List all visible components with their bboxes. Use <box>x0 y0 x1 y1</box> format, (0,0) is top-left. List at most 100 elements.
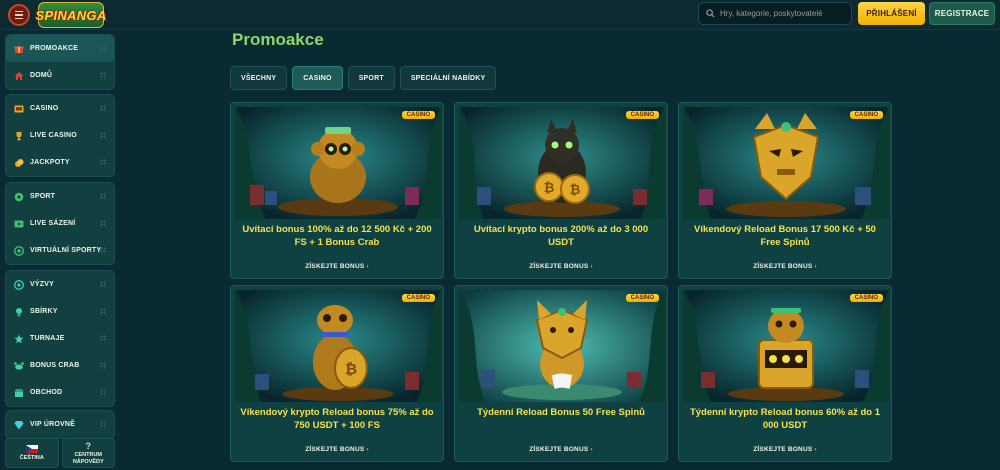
sidebar-item-domu[interactable]: DOMŮ <box>6 62 114 89</box>
sidebar-item-vyzvy[interactable]: VÝZVY <box>6 271 114 298</box>
tab-specialni-nabidky[interactable]: SPECIÁLNÍ NABÍDKY <box>399 66 497 90</box>
casino-badge: CASINO <box>625 294 659 302</box>
language-selector[interactable]: ČEŠTINA <box>5 438 59 468</box>
drag-handle-icon <box>100 308 106 315</box>
tab-casino[interactable]: CASINO <box>292 66 343 90</box>
sidebar-item-promoakce[interactable]: PROMOAKCE <box>6 35 114 62</box>
sidebar-item-virtualni-sporty[interactable]: VIRTUÁLNÍ SPORTY <box>6 237 114 264</box>
drag-handle-icon <box>100 389 106 396</box>
menu-icon <box>15 10 23 21</box>
sidebar-item-label: PROMOAKCE <box>30 45 79 52</box>
trophy-icon <box>16 131 22 140</box>
promo-card[interactable]: CASINO Týdenní Reload Bonus 50 Free Spin… <box>454 285 668 462</box>
drag-handle-icon <box>100 159 106 166</box>
drag-handle-icon <box>100 220 106 227</box>
tab-vsechny[interactable]: VŠECHNY <box>230 66 288 90</box>
drag-handle-icon <box>100 335 106 342</box>
sidebar-item-bonus-crab[interactable]: BONUS CRAB <box>6 352 114 379</box>
drag-handle-icon <box>100 247 106 254</box>
get-bonus-label: ZÍSKEJTE BONUS <box>305 263 365 270</box>
search-box[interactable] <box>698 2 852 25</box>
drag-handle-icon <box>100 105 106 112</box>
chevron-right-icon: › <box>814 446 817 453</box>
crab-icon <box>14 361 24 370</box>
drag-handle-icon <box>100 72 106 79</box>
get-bonus-label: ZÍSKEJTE BONUS <box>753 263 813 270</box>
help-center-button[interactable]: ? CENTRUM NÁPOVĚDY <box>61 438 115 468</box>
promo-title: Uvítací krypto bonus 200% až do 3 000 US… <box>473 224 649 249</box>
sidebar-group-vip: VIP ÚROVNĚ <box>5 410 115 439</box>
casino-badge: CASINO <box>625 111 659 119</box>
svg-text:₿: ₿ <box>544 181 555 196</box>
spinanga-logo[interactable]: SPINANGA <box>35 2 106 28</box>
promo-title: Uvítací bonus 100% až do 12 500 Kč + 200… <box>242 224 432 249</box>
login-button[interactable]: PŘIHLÁŠENÍ <box>858 2 925 25</box>
tournament-icon <box>14 334 24 343</box>
register-button[interactable]: REGISTRACE <box>929 2 995 25</box>
sidebar-item-label: VIRTUÁLNÍ SPORTY <box>30 247 102 254</box>
sidebar-item-obchod[interactable]: OBCHOD <box>6 379 114 406</box>
get-bonus-link[interactable]: ZÍSKEJTE BONUS › <box>231 446 443 453</box>
promo-card[interactable]: CASINO Víkendový Reload Bonus 17 500 Kč … <box>678 102 892 279</box>
language-label: ČEŠTINA <box>19 454 44 461</box>
target-icon <box>14 279 24 290</box>
get-bonus-link[interactable]: ZÍSKEJTE BONUS › <box>679 263 891 270</box>
promo-image-turtle: ₿ <box>235 290 441 402</box>
sidebar-group-casino: CASINO LIVE CASINO JACKPOTY <box>5 94 115 177</box>
promo-card[interactable]: CASINO Týdenní krypto Reload bonus 60% a… <box>678 285 892 462</box>
promo-card[interactable]: ₿ CASINO Víkendový krypto Reload bonus 7… <box>230 285 444 462</box>
promo-title: Víkendový Reload Bonus 17 500 Kč + 50 Fr… <box>694 224 876 249</box>
tab-sport[interactable]: SPORT <box>347 66 395 90</box>
sidebar-item-label: TURNAJE <box>30 335 65 342</box>
coins-icon <box>15 158 24 167</box>
home-icon <box>14 71 24 80</box>
virtual-icon <box>14 245 24 256</box>
get-bonus-label: ZÍSKEJTE BONUS <box>305 446 365 453</box>
sidebar-item-label: JACKPOTY <box>30 159 70 166</box>
promo-image-sloth-slot <box>683 290 889 402</box>
sidebar-item-sbirky[interactable]: SBÍRKY <box>6 298 114 325</box>
promo-card[interactable]: CASINO Uvítací bonus 100% až do 12 500 K… <box>230 102 444 279</box>
sidebar-item-label: SBÍRKY <box>30 308 58 315</box>
drag-handle-icon <box>100 193 106 200</box>
shop-icon <box>14 388 24 397</box>
sidebar-item-vip-urovne[interactable]: VIP ÚROVNĚ <box>6 411 114 438</box>
sidebar-footer: ČEŠTINA ? CENTRUM NÁPOVĚDY <box>5 438 115 468</box>
get-bonus-link[interactable]: ZÍSKEJTE BONUS › <box>455 446 667 453</box>
svg-text:₿: ₿ <box>345 360 357 378</box>
sidebar-item-label: VÝZVY <box>30 281 54 288</box>
sidebar-item-label: DOMŮ <box>30 72 53 79</box>
sidebar-item-label: LIVE CASINO <box>30 132 77 139</box>
drag-handle-icon <box>100 132 106 139</box>
get-bonus-link[interactable]: ZÍSKEJTE BONUS › <box>679 446 891 453</box>
sidebar-item-label: OBCHOD <box>30 389 63 396</box>
sidebar-item-live-casino[interactable]: LIVE CASINO <box>6 122 114 149</box>
collection-icon <box>16 307 22 316</box>
drag-handle-icon <box>100 362 106 369</box>
gift-icon <box>14 46 24 53</box>
ball-icon <box>14 192 24 201</box>
diamond-icon <box>14 420 24 429</box>
get-bonus-link[interactable]: ZÍSKEJTE BONUS › <box>231 263 443 270</box>
sidebar-item-turnaje[interactable]: TURNAJE <box>6 325 114 352</box>
sidebar: PROMOAKCE DOMŮ CASINO LIVE CASINO JACKPO… <box>0 30 121 470</box>
drag-handle-icon <box>100 45 106 52</box>
chevron-right-icon: › <box>590 446 593 453</box>
sidebar-item-label: BONUS CRAB <box>30 362 80 369</box>
svg-text:₿: ₿ <box>570 183 581 198</box>
page-title: Promoakce <box>232 30 324 49</box>
get-bonus-label: ZÍSKEJTE BONUS <box>529 446 589 453</box>
help-label-line2: NÁPOVĚDY <box>72 458 104 465</box>
promo-card[interactable]: ₿ ₿ CASINO Uvítací krypto bonus 200% až … <box>454 102 668 279</box>
sidebar-item-live-sazeni[interactable]: LIVE SÁZENÍ <box>6 210 114 237</box>
menu-toggle-button[interactable] <box>8 4 30 26</box>
sidebar-group-main: PROMOAKCE DOMŮ <box>5 34 115 90</box>
search-input[interactable] <box>720 9 850 18</box>
category-tabs: VŠECHNY CASINO SPORT SPECIÁLNÍ NABÍDKY <box>230 66 497 90</box>
promo-image-panther: ₿ ₿ <box>459 107 665 219</box>
sidebar-item-sport[interactable]: SPORT <box>6 183 114 210</box>
get-bonus-link[interactable]: ZÍSKEJTE BONUS › <box>455 263 667 270</box>
sidebar-item-casino[interactable]: CASINO <box>6 95 114 122</box>
help-icon: ? <box>85 441 92 452</box>
sidebar-item-jackpoty[interactable]: JACKPOTY <box>6 149 114 176</box>
